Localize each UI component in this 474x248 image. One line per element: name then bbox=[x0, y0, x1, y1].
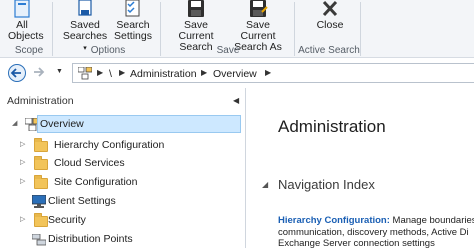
save-current-search-label-1: Save Current bbox=[178, 19, 214, 42]
breadcrumb-item-overview[interactable]: Overview bbox=[213, 68, 257, 80]
tree-item-label: Cloud Services bbox=[54, 157, 125, 169]
description-line-2: communication, discovery methods, Active… bbox=[278, 226, 469, 238]
breadcrumb-separator-icon[interactable]: ▶ bbox=[119, 68, 125, 77]
close-label: Close bbox=[316, 19, 344, 31]
close-icon bbox=[322, 0, 338, 17]
description-text-1: Manage boundaries bbox=[389, 215, 474, 226]
separator bbox=[52, 2, 53, 56]
section-description: Hierarchy Configuration: Manage boundari… bbox=[278, 215, 474, 248]
tree-item-overview[interactable]: ◢ Overview bbox=[10, 115, 242, 133]
search-settings-icon bbox=[125, 0, 140, 17]
ribbon: All Objects Saved Searches ▾ Search Sett… bbox=[0, 0, 474, 58]
description-line-1: Hierarchy Configuration: Manage boundari… bbox=[278, 215, 474, 227]
group-label-options: Options bbox=[90, 45, 126, 56]
all-objects-label-2: Objects bbox=[8, 30, 44, 42]
save-current-search-button[interactable]: Save Current Search bbox=[166, 0, 226, 53]
group-label-save: Save bbox=[216, 45, 240, 56]
breadcrumb-item-administration[interactable]: Administration bbox=[130, 68, 197, 80]
tree-item-label: Hierarchy Configuration bbox=[54, 139, 165, 151]
all-objects-icon bbox=[14, 0, 30, 18]
section-expanded-arrow-icon[interactable]: ◢ bbox=[262, 180, 268, 189]
navigation-pane: Administration ◀ ◢ Overview ▷ Hierarchy … bbox=[0, 88, 246, 248]
collapsed-arrow-icon[interactable]: ▷ bbox=[20, 173, 25, 191]
tree-item-label: Overview bbox=[40, 118, 84, 130]
tree-item-client-settings[interactable]: Client Settings bbox=[18, 192, 238, 210]
tree-item-distribution-points[interactable]: Distribution Points bbox=[18, 230, 238, 248]
tree-item-label: Site Configuration bbox=[54, 176, 138, 188]
save-as-icon bbox=[250, 0, 268, 17]
breadcrumb-root[interactable]: \ bbox=[109, 68, 112, 80]
folder-icon bbox=[34, 175, 48, 189]
back-button[interactable] bbox=[8, 64, 26, 82]
folder-icon bbox=[34, 213, 48, 227]
save-current-search-as-button[interactable]: Save Current Search As bbox=[228, 0, 288, 53]
folder-icon bbox=[34, 138, 48, 152]
group-label-active-search: Active Search bbox=[298, 45, 360, 56]
tree-item-security[interactable]: ▷ Security bbox=[18, 211, 238, 229]
distribution-points-icon bbox=[32, 234, 46, 246]
save-icon bbox=[188, 0, 204, 17]
collapsed-arrow-icon[interactable]: ▷ bbox=[20, 136, 25, 154]
tree-item-site-configuration[interactable]: ▷ Site Configuration bbox=[18, 173, 238, 191]
address-bar: ▼ ▶ \ ▶ Administration ▶ Overview ▶ bbox=[0, 61, 474, 85]
saved-searches-icon bbox=[78, 0, 92, 16]
tree-item-hierarchy-configuration[interactable]: ▷ Hierarchy Configuration bbox=[18, 136, 238, 154]
breadcrumb: ▶ \ ▶ Administration ▶ Overview ▶ bbox=[72, 63, 474, 83]
collapsed-arrow-icon[interactable]: ▷ bbox=[20, 211, 25, 229]
all-objects-button[interactable]: All Objects bbox=[8, 0, 44, 44]
forward-arrow-icon bbox=[34, 67, 45, 77]
breadcrumb-separator-icon[interactable]: ▶ bbox=[265, 68, 271, 77]
expanded-arrow-icon[interactable]: ◢ bbox=[12, 115, 17, 133]
tree-item-label: Distribution Points bbox=[48, 233, 133, 245]
tree-item-label: Security bbox=[48, 214, 86, 226]
tree-item-cloud-services[interactable]: ▷ Cloud Services bbox=[18, 154, 238, 172]
saved-searches-button[interactable]: Saved Searches ▾ bbox=[60, 0, 110, 52]
breadcrumb-separator-icon[interactable]: ▶ bbox=[201, 68, 207, 77]
description-line-3: Exchange Server connection settings bbox=[278, 238, 435, 248]
tree-item-label: Client Settings bbox=[48, 195, 116, 207]
collapsed-arrow-icon[interactable]: ▷ bbox=[20, 154, 25, 172]
client-settings-icon bbox=[32, 195, 46, 208]
separator bbox=[294, 2, 295, 56]
breadcrumb-separator-icon[interactable]: ▶ bbox=[97, 68, 103, 77]
section-heading: Navigation Index bbox=[278, 177, 375, 192]
close-search-button[interactable]: Close bbox=[310, 0, 350, 44]
forward-button[interactable] bbox=[31, 64, 49, 82]
search-settings-label-2: Settings bbox=[114, 30, 152, 42]
collapse-pane-icon[interactable]: ◀ bbox=[233, 96, 239, 105]
search-settings-button[interactable]: Search Settings bbox=[112, 0, 154, 44]
folder-icon bbox=[34, 156, 48, 170]
content-pane: Administration ◢ Navigation Index Hierar… bbox=[247, 88, 474, 248]
saved-searches-label-2-text: Searches bbox=[62, 30, 108, 42]
pane-title: Administration bbox=[7, 95, 74, 107]
page-title: Administration bbox=[278, 117, 386, 136]
save-current-search-as-label-1: Save Current bbox=[240, 19, 276, 42]
console-root-icon bbox=[78, 67, 92, 80]
group-label-scope: Scope bbox=[14, 45, 44, 56]
hierarchy-configuration-link[interactable]: Hierarchy Configuration: bbox=[278, 215, 390, 226]
history-dropdown-icon[interactable]: ▼ bbox=[56, 68, 63, 75]
back-arrow-icon bbox=[10, 68, 21, 78]
separator bbox=[160, 2, 161, 56]
